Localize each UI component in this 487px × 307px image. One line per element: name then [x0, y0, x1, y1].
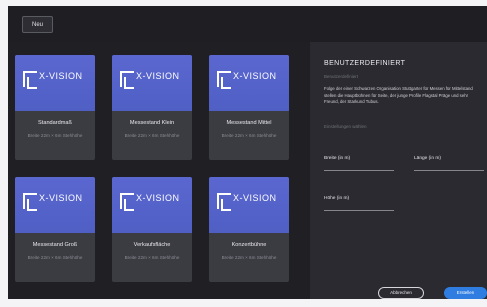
- length-field-label: Länge (in m): [414, 156, 441, 161]
- template-meta: Breite 22m × 6m Stehhöhe: [27, 133, 83, 138]
- template-meta: Breite 22m × 6m Stehhöhe: [124, 133, 180, 138]
- panel-title: BENUTZERDEFINIERT: [324, 60, 406, 67]
- panel-description: Folge der einer Schwarzen Organisation S…: [324, 86, 473, 104]
- template-meta: Breite 22m × 6m Stehhöhe: [221, 255, 277, 260]
- create-button[interactable]: Erstellen: [444, 287, 487, 299]
- template-card-medium[interactable]: X-VISION Messestand Mittel Breite 22m × …: [209, 55, 289, 160]
- height-field[interactable]: Höhe (in m): [324, 194, 394, 211]
- template-meta: Breite 22m × 6m Stehhöhe: [27, 255, 83, 260]
- template-grid: X-VISION Standardmaß Breite 22m × 6m Ste…: [8, 42, 310, 299]
- custom-settings-panel: BENUTZERDEFINIERT Benutzerdefiniert Folg…: [310, 42, 487, 299]
- template-name: Verkaufsfläche: [133, 242, 171, 248]
- template-name: Standardmaß: [38, 120, 72, 126]
- template-name: Konzertbühne: [231, 242, 267, 248]
- x-vision-logo: X-VISION: [23, 69, 87, 91]
- template-card-large[interactable]: X-VISION Messestand Groß Breite 22m × 6m…: [15, 177, 95, 282]
- width-field-label: Breite (in m): [324, 156, 351, 161]
- app-window: Neu X-VISION Standardmaß Breite 22m × 6m…: [8, 6, 487, 299]
- panel-note: Einstellungen wählen: [324, 124, 367, 129]
- template-thumbnail: X-VISION: [209, 55, 289, 111]
- x-vision-logo: X-VISION: [120, 191, 184, 213]
- template-name: Messestand Mittel: [226, 120, 272, 126]
- template-thumbnail: X-VISION: [15, 55, 95, 111]
- template-card-concert-stage[interactable]: X-VISION Konzertbühne Breite 22m × 6m St…: [209, 177, 289, 282]
- template-thumbnail: X-VISION: [209, 177, 289, 233]
- top-bar: Neu: [8, 6, 487, 42]
- x-vision-logo: X-VISION: [217, 69, 281, 91]
- panel-subtitle: Benutzerdefiniert: [324, 74, 359, 79]
- template-card-small[interactable]: X-VISION Messestand Klein Breite 22m × 6…: [112, 55, 192, 160]
- template-meta: Breite 22m × 6m Stehhöhe: [221, 133, 277, 138]
- height-field-label: Höhe (in m): [324, 196, 350, 201]
- template-thumbnail: X-VISION: [112, 55, 192, 111]
- width-field[interactable]: Breite (in m): [324, 154, 394, 171]
- template-card-sales-area[interactable]: X-VISION Verkaufsfläche Breite 22m × 6m …: [112, 177, 192, 282]
- x-vision-logo: X-VISION: [217, 191, 281, 213]
- template-thumbnail: X-VISION: [15, 177, 95, 233]
- template-name: Messestand Klein: [129, 120, 175, 126]
- x-vision-logo: X-VISION: [23, 191, 87, 213]
- cancel-button[interactable]: Abbrechen: [378, 287, 424, 299]
- x-vision-logo: X-VISION: [120, 69, 184, 91]
- template-name: Messestand Groß: [32, 242, 78, 248]
- template-meta: Breite 22m × 6m Stehhöhe: [124, 255, 180, 260]
- length-field[interactable]: Länge (in m): [414, 154, 484, 171]
- template-thumbnail: X-VISION: [112, 177, 192, 233]
- new-button[interactable]: Neu: [22, 16, 53, 33]
- template-card-standard[interactable]: X-VISION Standardmaß Breite 22m × 6m Ste…: [15, 55, 95, 160]
